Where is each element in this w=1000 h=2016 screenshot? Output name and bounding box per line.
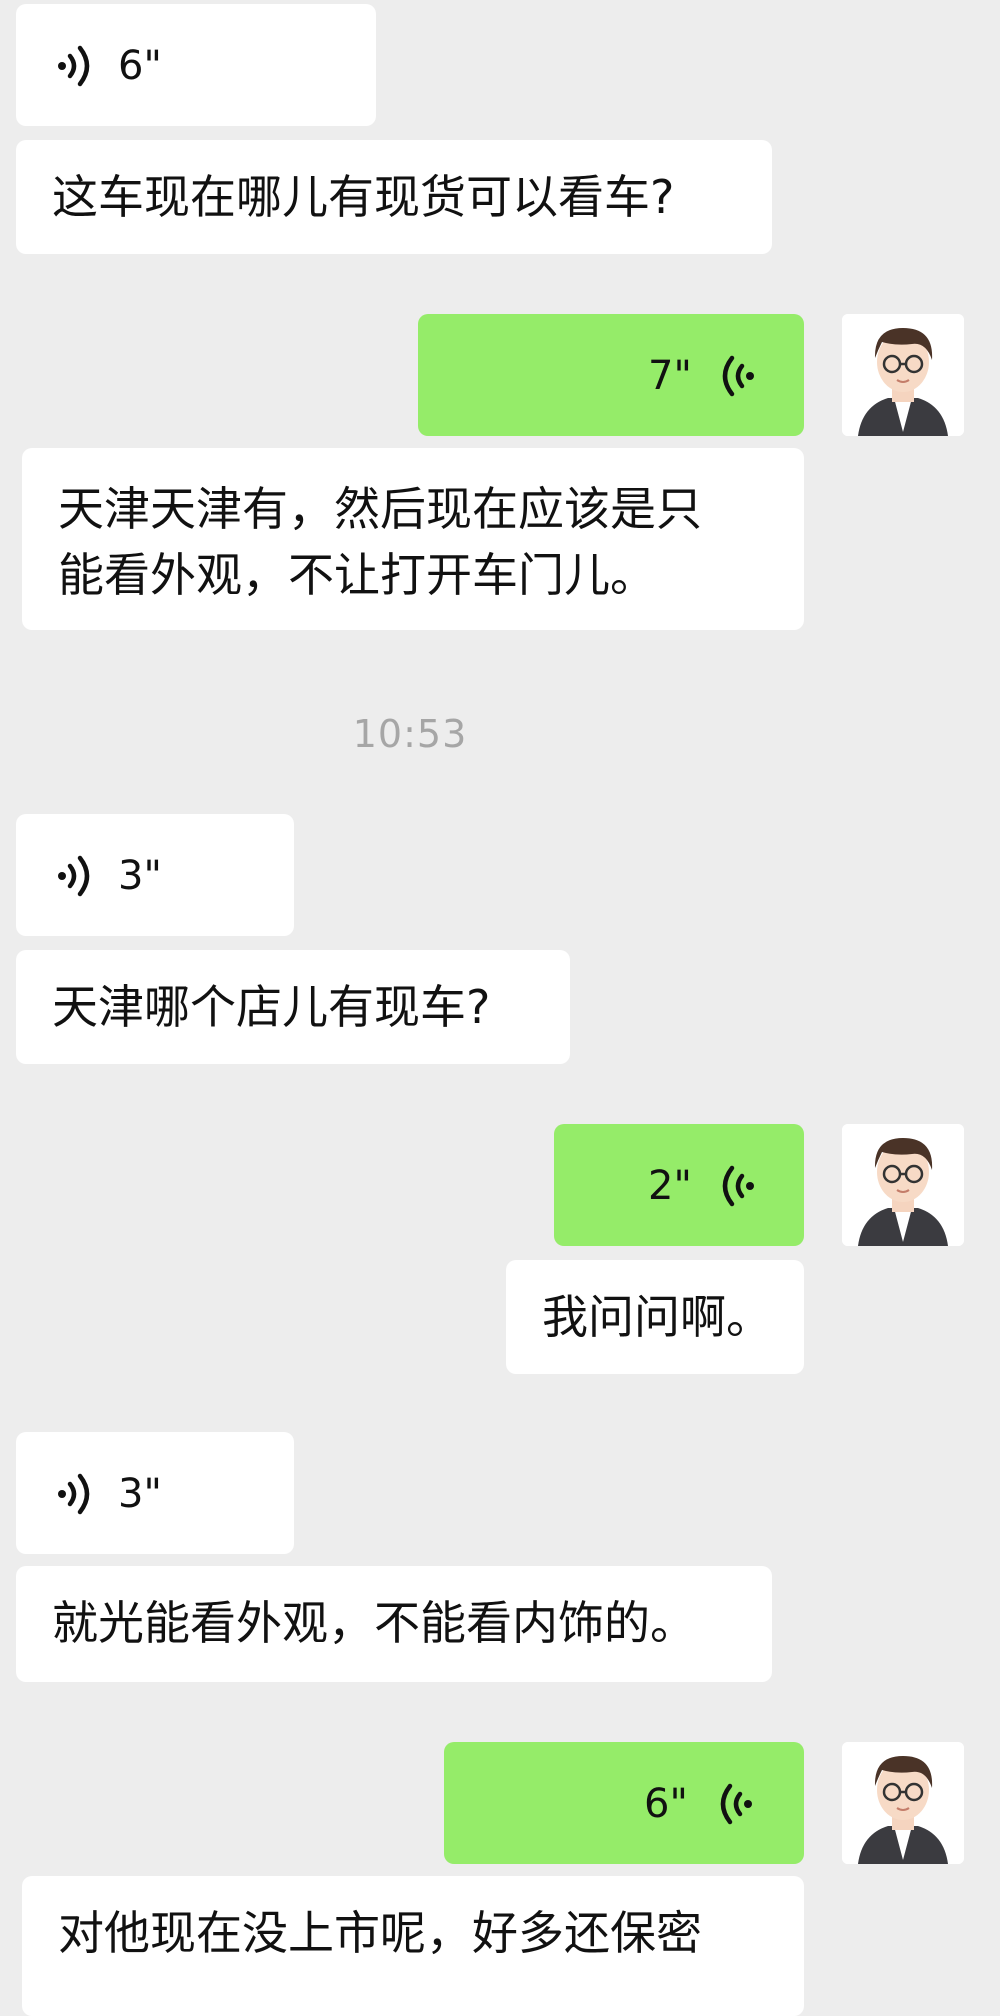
text-message-incoming[interactable]: 就光能看外观，不能看内饰的。 bbox=[16, 1566, 772, 1682]
voice-duration: 3" bbox=[118, 853, 162, 899]
user-avatar[interactable] bbox=[842, 1742, 964, 1864]
message-text: 天津哪个店儿有现车? bbox=[52, 980, 491, 1034]
message-text: 对他现在没上市呢，好多还保密 bbox=[58, 1906, 702, 1960]
voice-wave-icon bbox=[722, 355, 754, 397]
voice-duration: 2" bbox=[648, 1163, 692, 1209]
text-message-incoming[interactable]: 天津天津有，然后现在应该是只 能看外观，不让打开车门儿。 bbox=[22, 448, 804, 630]
voice-wave-icon bbox=[58, 855, 90, 897]
voice-message-incoming[interactable]: 3" bbox=[16, 814, 294, 936]
message-text: 就光能看外观，不能看内饰的。 bbox=[52, 1596, 696, 1650]
message-text-line: 能看外观，不让打开车门儿。 bbox=[58, 548, 656, 602]
voice-duration: 3" bbox=[118, 1471, 162, 1517]
voice-message-outgoing[interactable]: 2" bbox=[554, 1124, 804, 1246]
message-text: 这车现在哪儿有现货可以看车? bbox=[52, 170, 675, 224]
cartoon-man-with-glasses-avatar-icon bbox=[842, 314, 964, 436]
voice-wave-icon bbox=[58, 1473, 90, 1515]
voice-message-outgoing[interactable]: 7" bbox=[418, 314, 804, 436]
message-text-line: 天津天津有，然后现在应该是只 bbox=[58, 482, 702, 536]
timestamp: 10:53 bbox=[352, 712, 468, 756]
voice-duration: 7" bbox=[648, 353, 692, 399]
voice-duration: 6" bbox=[644, 1781, 688, 1827]
voice-message-incoming[interactable]: 3" bbox=[16, 1432, 294, 1554]
voice-wave-icon bbox=[722, 1165, 754, 1207]
voice-wave-icon bbox=[58, 45, 90, 87]
text-message-incoming[interactable]: 这车现在哪儿有现货可以看车? bbox=[16, 140, 772, 254]
voice-message-outgoing[interactable]: 6" bbox=[444, 1742, 804, 1864]
text-message-incoming[interactable]: 天津哪个店儿有现车? bbox=[16, 950, 570, 1064]
user-avatar[interactable] bbox=[842, 314, 964, 436]
user-avatar[interactable] bbox=[842, 1124, 964, 1246]
text-message-incoming[interactable]: 对他现在没上市呢，好多还保密 bbox=[22, 1876, 804, 2016]
cartoon-man-with-glasses-avatar-icon bbox=[842, 1124, 964, 1246]
voice-wave-icon bbox=[720, 1783, 752, 1825]
cartoon-man-with-glasses-avatar-icon bbox=[842, 1742, 964, 1864]
voice-message-incoming[interactable]: 6" bbox=[16, 4, 376, 126]
text-message-outgoing[interactable]: 我问问啊。 bbox=[506, 1260, 804, 1374]
voice-duration: 6" bbox=[118, 43, 162, 89]
message-text: 我问问啊。 bbox=[542, 1290, 772, 1344]
